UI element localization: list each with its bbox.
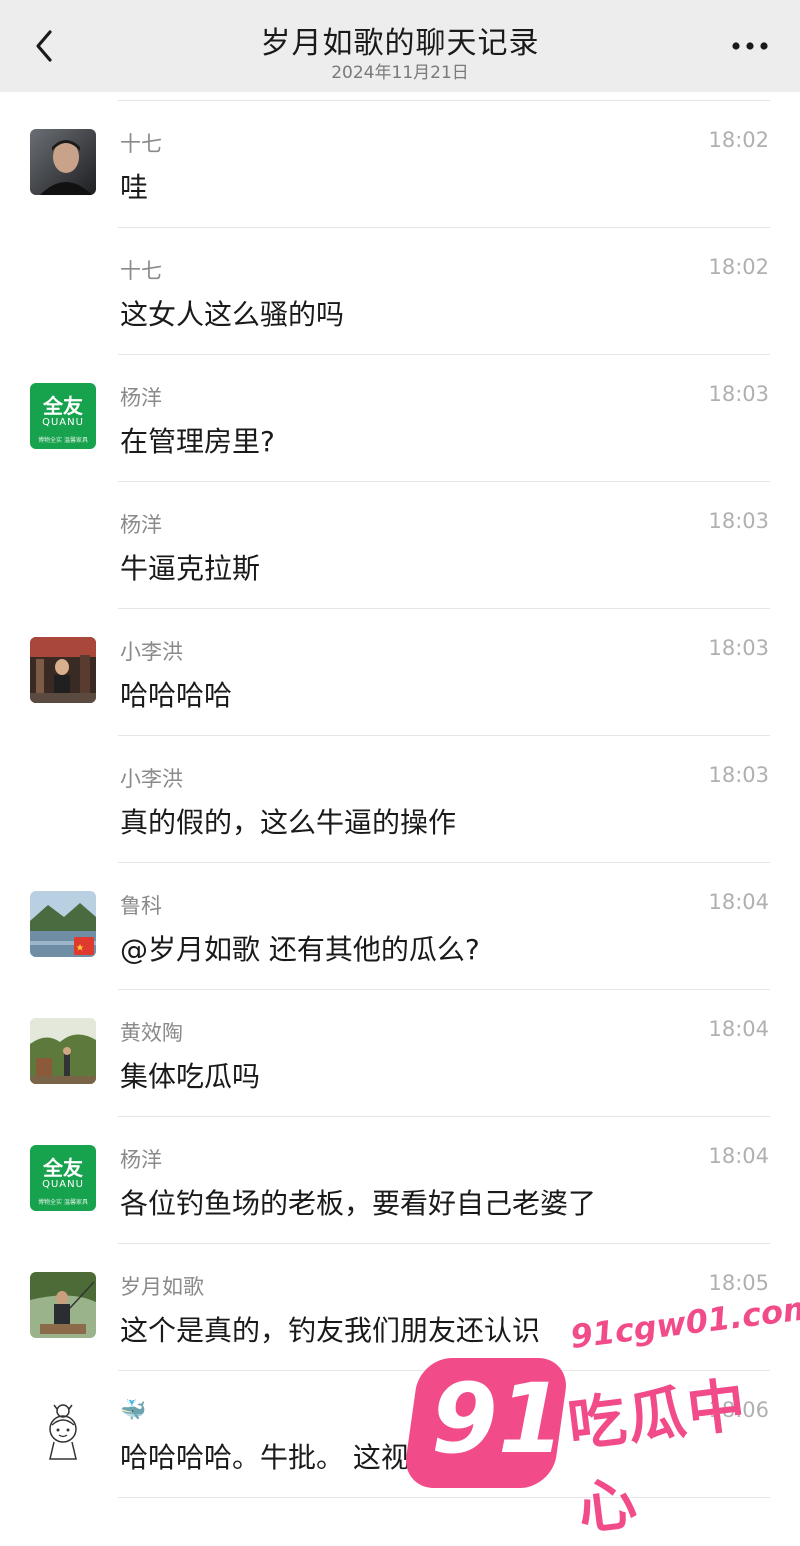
message-time: 18:03 — [708, 763, 769, 787]
sender-name: 黄效陶 — [120, 1021, 183, 1045]
logo-title: 全友 — [43, 394, 83, 418]
message-row[interactable]: 小李洪 18:03 真的假的，这么牛逼的操作 — [0, 736, 800, 863]
message-row[interactable]: 十七 18:02 这女人这么骚的吗 — [0, 228, 800, 355]
message-time: 18:05 — [708, 1271, 769, 1295]
avatar-quanu-logo[interactable]: 全友 QUANU 博物全实 温馨家具 — [30, 383, 96, 449]
message-row[interactable]: 十七 18:02 哇 — [0, 101, 800, 228]
avatar[interactable] — [30, 891, 96, 957]
message-text: 哇 — [120, 171, 149, 204]
message-time: 18:04 — [708, 890, 769, 914]
more-options-icon[interactable] — [730, 34, 770, 58]
message-text: 集体吃瓜吗 — [120, 1060, 261, 1093]
page-title: 岁月如歌的聊天记录 — [260, 26, 540, 61]
message-text: 真的假的，这么牛逼的操作 — [120, 806, 457, 839]
chat-header: 岁月如歌的聊天记录 2024年11月21日 — [0, 0, 800, 92]
message-list[interactable]: 十七 18:02 哇十七 18:02 这女人这么骚的吗 全友 QUANU 博物全实 温馨家具杨… — [0, 101, 800, 1498]
message-text: 牛逼克拉斯 — [120, 552, 261, 585]
sender-name: 鲁科 — [120, 894, 162, 918]
message-time: 18:04 — [708, 1017, 769, 1041]
watermark-number: 91 — [431, 1363, 565, 1475]
logo-tagline: 博物全实 温馨家具 — [38, 1199, 88, 1206]
sender-name: 杨洋 — [120, 1148, 162, 1172]
message-row[interactable]: 小李洪 18:03 哈哈哈哈 — [0, 609, 800, 736]
message-row[interactable]: 黄效陶 18:04 集体吃瓜吗 — [0, 990, 800, 1117]
sender-name: 杨洋 — [120, 386, 162, 410]
sender-name: 🐳 — [120, 1398, 147, 1422]
message-text: 哈哈哈哈 — [120, 679, 233, 712]
sender-name: 杨洋 — [120, 513, 162, 537]
avatar[interactable] — [30, 1399, 96, 1465]
sender-name: 十七 — [120, 132, 162, 156]
chat-date: 2024年11月21日 — [331, 63, 469, 83]
message-row[interactable]: 鲁科 18:04 @岁月如歌 还有其他的瓜么? — [0, 863, 800, 990]
message-time: 18:03 — [708, 509, 769, 533]
message-text: 在管理房里? — [120, 425, 275, 458]
watermark: 91 91cgw01.com 吃瓜中心 — [401, 1288, 800, 1543]
logo-sub: QUANU — [42, 1179, 84, 1190]
watermark-brand: 吃瓜中心 — [564, 1370, 752, 1544]
message-text: @岁月如歌 还有其他的瓜么? — [120, 933, 480, 966]
message-time: 18:03 — [708, 382, 769, 406]
message-row[interactable]: 杨洋 18:03 牛逼克拉斯 — [0, 482, 800, 609]
avatar[interactable] — [30, 1018, 96, 1084]
avatar[interactable] — [30, 637, 96, 703]
avatar[interactable] — [30, 1272, 96, 1338]
message-time: 18:02 — [708, 128, 769, 152]
message-time: 18:02 — [708, 255, 769, 279]
message-text: 这女人这么骚的吗 — [120, 298, 345, 331]
message-row[interactable]: 全友 QUANU 博物全实 温馨家具 杨洋 18:04 各位钓鱼场的老板，要看好自己老婆了 — [0, 1117, 800, 1244]
sender-name: 小李洪 — [120, 640, 183, 664]
message-row[interactable]: 全友 QUANU 博物全实 温馨家具 杨洋 18:03 在管理房里? — [0, 355, 800, 482]
logo-sub: QUANU — [42, 417, 84, 428]
message-text: 各位钓鱼场的老板，要看好自己老婆了 — [120, 1187, 597, 1220]
sender-name: 十七 — [120, 259, 162, 283]
avatar[interactable] — [30, 129, 96, 195]
avatar-quanu-logo[interactable]: 全友 QUANU 博物全实 温馨家具 — [30, 1145, 96, 1211]
message-time: 18:03 — [708, 636, 769, 660]
sender-name: 小李洪 — [120, 767, 183, 791]
logo-tagline: 博物全实 温馨家具 — [38, 437, 88, 444]
sender-name: 岁月如歌 — [120, 1275, 204, 1299]
logo-title: 全友 — [43, 1156, 83, 1180]
message-time: 18:04 — [708, 1144, 769, 1168]
